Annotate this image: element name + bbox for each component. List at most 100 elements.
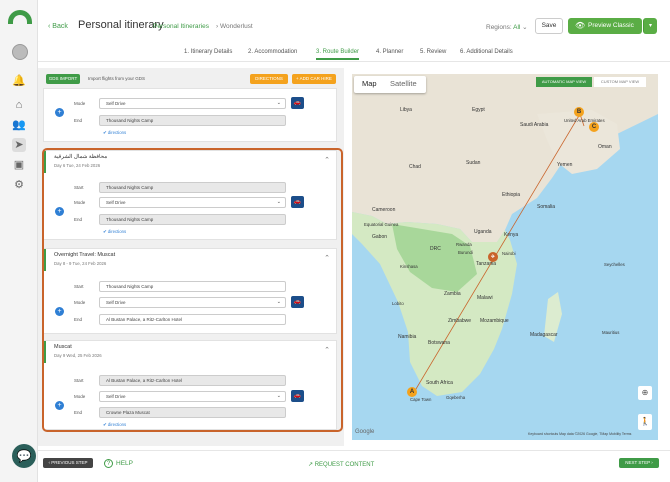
send-icon[interactable]: ➤: [12, 138, 26, 152]
google-logo: Google: [355, 429, 375, 435]
street-view-icon[interactable]: 🚶: [638, 414, 652, 430]
map-attribution: Keyboard shortcuts Map data ©2026 Google…: [528, 432, 632, 436]
gds-hint: Import flights from your GDS: [88, 76, 146, 81]
regions-value: All: [513, 24, 521, 31]
map-label: Mauritius: [602, 330, 620, 335]
breadcrumb-current-label: Wonderlust: [219, 23, 253, 30]
map-label: Zimbabwe: [448, 318, 472, 324]
image-icon[interactable]: ▣: [12, 158, 26, 172]
home-icon[interactable]: ⌂: [12, 98, 26, 112]
page-title: Personal itinerary: [78, 19, 164, 31]
end-label: End: [74, 118, 83, 123]
map-label: Kinshasa: [400, 264, 418, 269]
directions-button[interactable]: DIRECTIONS: [250, 74, 288, 84]
directions-link[interactable]: ✔ directions: [103, 130, 126, 136]
map-label: Madagascar: [530, 332, 558, 338]
avatar[interactable]: [12, 44, 28, 60]
map-label: Botswana: [428, 340, 450, 346]
map-label: Kenya: [504, 232, 519, 238]
map-label: Oman: [598, 144, 612, 150]
step-tabs: 1. Itinerary Details 2. Accommodation 3.…: [38, 46, 670, 62]
map-label: Nairobi: [502, 251, 516, 256]
car-icon[interactable]: 🚗: [291, 97, 304, 109]
back-link[interactable]: ‹ Back: [48, 23, 68, 30]
breadcrumb-current: › Wonderlust: [216, 23, 253, 30]
footer: ‹ PREVIOUS STEP ? HELP ↗ REQUEST CONTENT …: [38, 450, 670, 482]
gds-import-button[interactable]: GDS IMPORT: [46, 74, 80, 84]
request-content-label: REQUEST CONTENT: [314, 462, 375, 468]
map-label: Chad: [409, 164, 421, 170]
preview-label: Preview Classic: [588, 22, 634, 29]
route-marker[interactable]: A: [407, 387, 417, 397]
preview-button[interactable]: 👁 Preview Classic: [568, 18, 642, 34]
map-label: Gabon: [372, 234, 388, 240]
map-label: Rwanda: [456, 242, 472, 247]
previous-step-label: PREVIOUS STEP: [51, 460, 88, 465]
help-label: HELP: [116, 460, 133, 467]
locate-icon[interactable]: ⊕: [638, 386, 652, 400]
tab-planner[interactable]: 4. Planner: [376, 49, 403, 55]
route-marker[interactable]: C: [589, 122, 599, 132]
previous-step-button[interactable]: ‹ PREVIOUS STEP: [43, 458, 93, 468]
bell-icon[interactable]: 🔔: [12, 74, 26, 88]
map-label: South Africa: [426, 380, 453, 386]
map-label: Namibia: [398, 334, 417, 340]
regions-filter[interactable]: Regions: All ⌄: [486, 23, 528, 31]
map-label: Yemen: [557, 162, 573, 168]
map-label: United Arab Emirates: [564, 118, 605, 123]
gear-icon[interactable]: ⚙: [12, 178, 26, 192]
back-label: Back: [52, 23, 68, 30]
preview-dropdown-button[interactable]: ▾: [643, 18, 657, 34]
map-label: Cape Town: [410, 397, 432, 402]
add-car-hire-button[interactable]: + ADD CAR HIRE: [292, 74, 336, 84]
tab-review[interactable]: 5. Review: [420, 49, 446, 55]
tab-itinerary-details[interactable]: 1. Itinerary Details: [184, 49, 232, 55]
next-step-button[interactable]: NEXT STEP ›: [619, 458, 659, 468]
map-label: Mozambique: [480, 318, 509, 324]
save-button[interactable]: Save: [535, 18, 563, 34]
brand-logo: [8, 10, 32, 24]
map-label: Somalia: [537, 204, 556, 210]
map-type-tabs: Map Satellite: [354, 76, 426, 93]
tab-satellite[interactable]: Satellite: [390, 79, 417, 88]
map-label: Gqeberha: [446, 395, 466, 400]
tab-route-builder[interactable]: 3. Route Builder: [316, 49, 360, 60]
sidebar: 🔔 ⌂ 👥 ➤ ▣ ⚙ 💬: [0, 0, 38, 482]
tab-accommodation[interactable]: 2. Accommodation: [248, 49, 297, 55]
map-label: Saudi Arabia: [520, 122, 549, 128]
custom-map-view-button[interactable]: CUSTOM MAP VIEW: [594, 77, 646, 87]
route-marker[interactable]: B: [574, 107, 584, 117]
request-content-link[interactable]: ↗ REQUEST CONTENT: [308, 461, 374, 468]
map-label: Ethiopia: [502, 192, 521, 198]
airplane-icon[interactable]: ✈: [488, 252, 498, 262]
next-step-label: NEXT STEP: [625, 460, 651, 465]
tab-additional-details[interactable]: 6. Additional Details: [460, 49, 513, 55]
help-link[interactable]: ? HELP: [104, 459, 133, 468]
mode-select[interactable]: Self Drive ⌄: [99, 98, 286, 109]
map-label: Egypt: [472, 107, 485, 113]
mode-value: Self Drive: [106, 101, 126, 106]
map-label: Burundi: [458, 250, 473, 255]
header: ‹ Back Personal itinerary Personal Itine…: [38, 12, 670, 42]
tab-map[interactable]: Map: [362, 79, 377, 88]
breadcrumb-link[interactable]: Personal Itineraries: [153, 23, 209, 30]
regions-label: Regions:: [486, 24, 512, 31]
route-map[interactable]: Map Satellite AUTOMATIC MAP VIEW CUSTOM …: [352, 74, 658, 440]
chevron-down-icon: ⌄: [522, 24, 528, 31]
land-north-africa: [352, 74, 658, 242]
users-icon[interactable]: 👥: [12, 118, 26, 132]
map-label: Equatorial Guinea: [364, 222, 399, 227]
map-label: DRC: [430, 246, 441, 252]
route-card: Mode Self Drive ⌄ 🚗 + End Thousand Nights…: [43, 88, 337, 142]
automatic-map-view-button[interactable]: AUTOMATIC MAP VIEW: [536, 77, 592, 87]
mode-label: Mode: [74, 101, 86, 106]
map-label: Uganda: [474, 229, 492, 235]
end-field[interactable]: Thousand Nights Camp: [99, 115, 286, 126]
add-stop-button[interactable]: +: [55, 108, 64, 117]
chevron-down-icon: ⌄: [276, 100, 281, 106]
map-label: Lobito: [392, 301, 404, 306]
map-label: Malawi: [477, 295, 493, 301]
highlight-frame: [42, 148, 343, 432]
map-label: Cameroon: [372, 207, 396, 213]
chat-icon[interactable]: 💬: [12, 444, 36, 468]
